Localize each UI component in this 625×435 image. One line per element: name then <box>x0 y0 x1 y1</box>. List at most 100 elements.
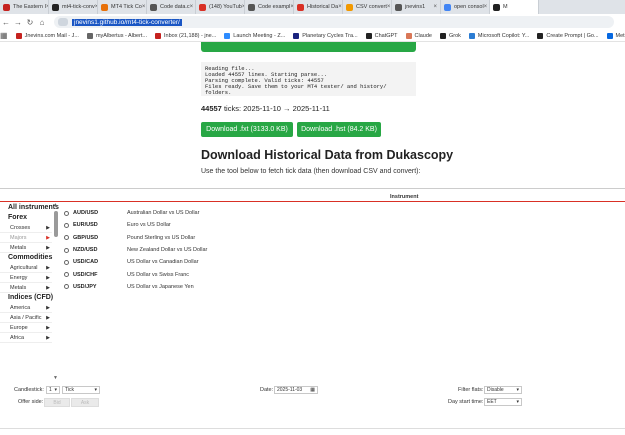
date-picker[interactable]: 2025-11-03 ▦ <box>274 386 318 394</box>
close-tab-icon[interactable]: × <box>433 4 437 10</box>
scroll-down-icon[interactable]: ▼ <box>53 375 58 381</box>
sidebar-item-label: Crosses <box>10 225 31 231</box>
instrument-header: Instrument <box>390 194 419 200</box>
bookmark-item[interactable]: Microsoft Copilot: Y... <box>468 32 529 39</box>
bookmark-item[interactable]: Planetary Cycles Tra... <box>293 32 358 39</box>
browser-tab[interactable]: jnevins1 × <box>392 0 441 14</box>
bookmark-label: Planetary Cycles Tra... <box>302 32 358 39</box>
apps-icon[interactable]: ▦ <box>0 31 8 40</box>
bookmark-favicon-icon <box>86 32 93 39</box>
divider <box>0 188 625 189</box>
close-tab-icon[interactable]: × <box>142 4 146 10</box>
browser-tab[interactable]: MT4 Tick Co × <box>98 0 147 14</box>
sidebar-item[interactable]: Energy ▶ <box>0 273 52 283</box>
candlestick-count-select[interactable]: 1 ▾ <box>46 386 60 394</box>
scroll-up-icon[interactable]: ▲ <box>53 202 58 208</box>
browser-tab[interactable]: Code data.c × <box>147 0 196 14</box>
back-icon[interactable]: ← <box>0 18 12 27</box>
instrument-radio[interactable] <box>64 235 69 241</box>
sidebar-item[interactable]: Europe ▶ <box>0 323 52 333</box>
sidebar-heading[interactable]: Indices (CFD) <box>0 293 62 303</box>
tab-favicon-icon <box>395 3 402 11</box>
instrument-row[interactable]: USD/CHF US Dollar vs Swiss Franc <box>64 268 207 280</box>
candlestick-unit-select[interactable]: Tick ▾ <box>62 386 100 394</box>
home-icon[interactable]: ⌂ <box>36 18 48 27</box>
browser-tab[interactable]: The Eastern I× <box>0 0 49 14</box>
sidebar-item-label: Metals <box>10 245 27 251</box>
tick-range: ticks: 2025-11-10 → 2025-11-11 <box>223 104 330 113</box>
filter-flats-select[interactable]: Disable ▾ <box>484 386 522 394</box>
bid-button[interactable]: Bid <box>44 398 70 407</box>
instrument-radio[interactable] <box>64 284 69 290</box>
tab-title: mt4-tick-conv <box>62 4 95 10</box>
sidebar-item[interactable]: Metals ▶ <box>0 243 52 253</box>
instrument-radio[interactable] <box>64 222 69 228</box>
close-tab-icon[interactable]: × <box>190 4 194 10</box>
tab-favicon-icon <box>3 3 10 11</box>
browser-tab[interactable]: open consol × <box>441 0 490 14</box>
instrument-radio[interactable] <box>64 247 69 253</box>
url-field[interactable]: jnevins1.github.io/mt4-tick-converter/ <box>54 16 614 28</box>
browser-tab[interactable]: mt4-tick-conv × <box>49 0 98 14</box>
sidebar-item[interactable]: Crosses ▶ <box>0 223 52 233</box>
ask-button[interactable]: Ask <box>71 398 99 407</box>
bookmark-item[interactable]: myAlbertus - Albert... <box>86 32 147 39</box>
forward-icon[interactable]: → <box>12 18 24 27</box>
sidebar-heading[interactable]: Forex <box>0 213 62 223</box>
tab-title: M <box>503 4 508 10</box>
tab-bar: The Eastern I×mt4-tick-conv×MT4 Tick Co×… <box>0 0 625 14</box>
tab-favicon-icon <box>297 3 304 11</box>
instrument-name: US Dollar vs Japanese Yen <box>127 283 194 290</box>
bookmark-item[interactable]: ChatGPT <box>365 32 398 39</box>
browser-tab[interactable]: M <box>490 0 539 14</box>
instrument-radio[interactable] <box>64 259 69 265</box>
close-tab-icon[interactable]: × <box>484 4 488 10</box>
chevron-down-icon: ▾ <box>54 387 57 393</box>
sidebar-item[interactable]: America ▶ <box>0 303 52 313</box>
bookmark-favicon-icon <box>15 32 22 39</box>
bookmark-item[interactable]: Grok <box>439 32 461 39</box>
bookmark-item[interactable]: Claude <box>405 32 432 39</box>
bookmark-item[interactable]: Inbox (21,188) - jne... <box>155 32 216 39</box>
tab-title: Historical Da <box>307 4 339 10</box>
sidebar-item[interactable]: Metals ▶ <box>0 283 52 293</box>
sidebar-item-label: Africa <box>10 335 25 341</box>
chevron-right-icon: ▶ <box>46 275 50 281</box>
sidebar-item[interactable]: Agricultural ▶ <box>0 263 52 273</box>
sidebar-item[interactable]: Majors ▶ <box>0 233 52 243</box>
sidebar-heading[interactable]: Commodities <box>0 253 62 263</box>
download-hst-button[interactable]: Download .hst (84.2 KB) <box>297 122 381 137</box>
browser-tab[interactable]: CSV convert × <box>343 0 392 14</box>
scroll-thumb[interactable] <box>54 211 58 237</box>
url-text[interactable]: jnevins1.github.io/mt4-tick-converter/ <box>72 18 182 26</box>
instrument-row[interactable]: AUD/USD Australian Dollar vs US Dollar <box>64 207 207 219</box>
instrument-symbol: USD/CHF <box>73 271 98 278</box>
instrument-list: AUD/USD Australian Dollar vs US Dollar EUR… <box>64 207 207 293</box>
site-info-icon[interactable] <box>58 18 68 26</box>
download-fxt-button[interactable]: Download .fxt (3133.0 KB) <box>201 122 293 137</box>
instrument-row[interactable]: NZD/USD New Zealand Dollar vs US Dollar <box>64 244 207 256</box>
bookmark-item[interactable]: Meta AI <box>606 32 625 39</box>
sidebar-scrollbar[interactable]: ▲ ▼ <box>53 202 58 381</box>
bookmark-item[interactable]: Create Prompt | Go... <box>537 32 599 39</box>
sidebar-item[interactable]: Asia / Pacific ▶ <box>0 313 52 323</box>
reload-icon[interactable]: ↻ <box>24 18 36 27</box>
browser-tab[interactable]: Code exampl × <box>245 0 294 14</box>
instrument-row[interactable]: GBP/USD Pound Sterling vs US Dollar <box>64 232 207 244</box>
browser-tab[interactable]: (148) YouTub × <box>196 0 245 14</box>
day-start-select[interactable]: EET ▾ <box>484 398 522 406</box>
sidebar-item[interactable]: Africa ▶ <box>0 333 52 343</box>
bookmark-item[interactable]: Launch Meeting - Z... <box>224 32 285 39</box>
instrument-row[interactable]: USD/JPY US Dollar vs Japanese Yen <box>64 281 207 293</box>
browser-tab[interactable]: Historical Da × <box>294 0 343 14</box>
instrument-radio[interactable] <box>64 272 69 278</box>
instrument-radio[interactable] <box>64 210 69 216</box>
instrument-symbol: USD/JPY <box>73 283 97 290</box>
tab-favicon-icon <box>346 3 353 11</box>
bookmark-item[interactable]: Jnevins.com Mail - J... <box>15 32 79 39</box>
close-tab-icon[interactable]: × <box>338 4 342 10</box>
instrument-row[interactable]: USD/CAD US Dollar vs Canadian Dollar <box>64 256 207 268</box>
calendar-icon[interactable]: ▦ <box>310 387 315 393</box>
instrument-row[interactable]: EUR/USD Euro vs US Dollar <box>64 219 207 231</box>
close-tab-icon[interactable]: × <box>387 4 391 10</box>
